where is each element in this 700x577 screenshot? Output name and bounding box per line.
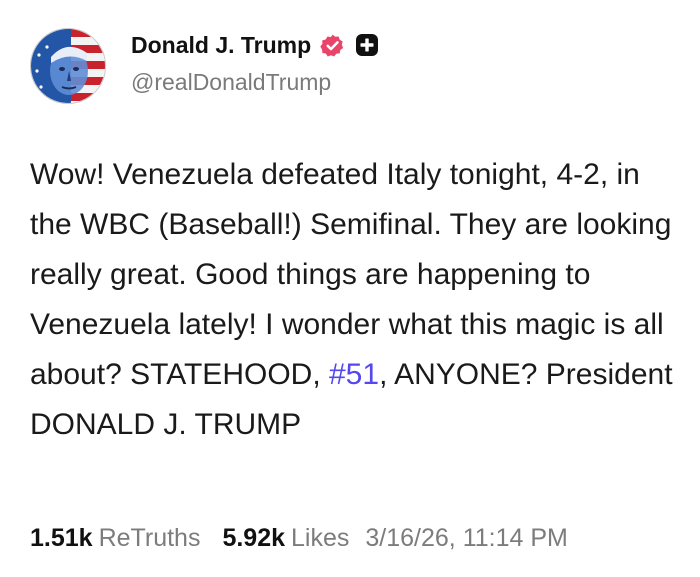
verified-badge-icon [320, 34, 344, 57]
author-identity: Donald J. Trump @realDonaldTrump [131, 30, 379, 96]
truth-post: Donald J. Trump @realDonaldTrump Wow! Ve… [0, 0, 700, 577]
retruths-stat[interactable]: 1.51k ReTruths [30, 524, 200, 553]
retruths-count: 1.51k [30, 524, 93, 552]
likes-count: 5.92k [222, 524, 286, 552]
post-text-part-1: Wow! Venezuela defeated Italy tonight, 4… [30, 158, 672, 391]
avatar[interactable] [30, 28, 106, 104]
post-header: Donald J. Trump @realDonaldTrump [30, 24, 670, 106]
author-handle[interactable]: @realDonaldTrump [131, 69, 379, 96]
post-timestamp[interactable]: 3/16/26, 11:14 PM [365, 524, 567, 553]
hashtag-link[interactable]: #51 [329, 358, 379, 391]
author-name-row: Donald J. Trump [131, 30, 379, 60]
plus-badge-icon [356, 34, 379, 56]
likes-stat[interactable]: 5.92k Likes [222, 524, 349, 553]
likes-label: Likes [291, 524, 350, 552]
post-body-text: Wow! Venezuela defeated Italy tonight, 4… [30, 150, 680, 450]
post-stats: 1.51k ReTruths 5.92k Likes 3/16/26, 11:1… [30, 524, 680, 553]
flag-portrait-avatar-icon [31, 29, 105, 103]
author-display-name[interactable]: Donald J. Trump [131, 32, 311, 59]
retruths-label: ReTruths [98, 524, 201, 552]
